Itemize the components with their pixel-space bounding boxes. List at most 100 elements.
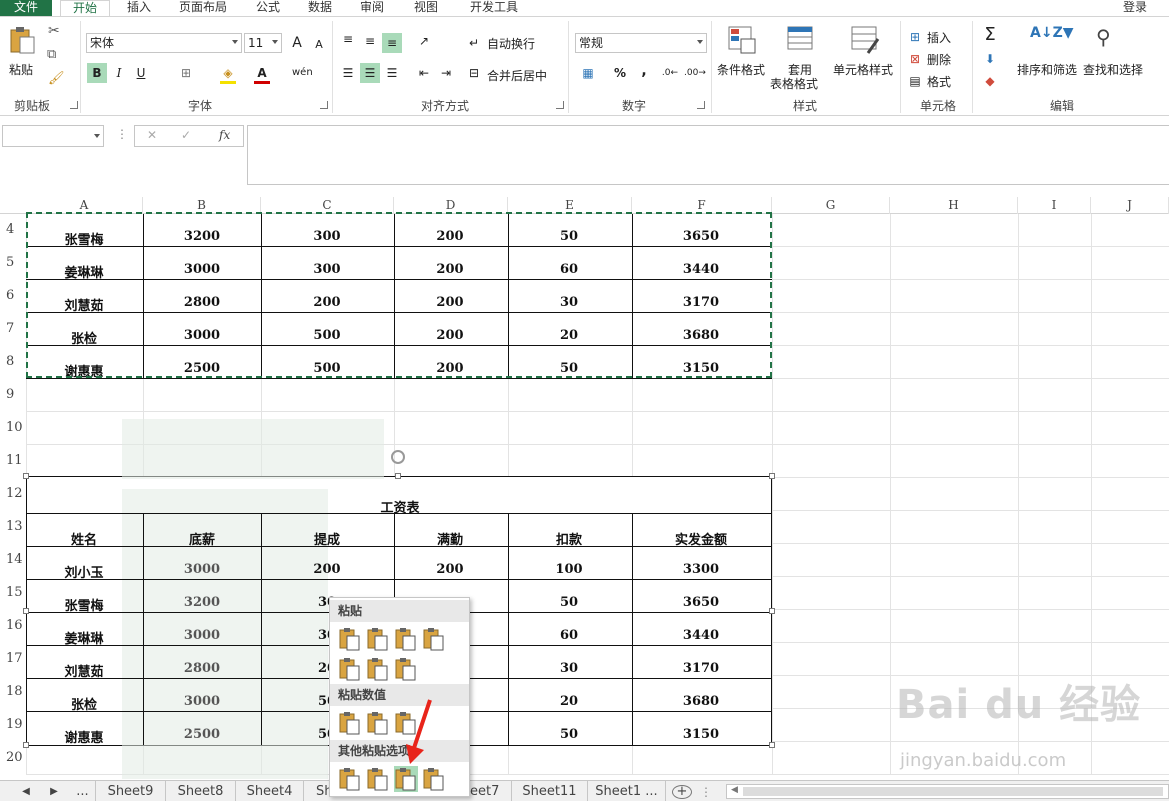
row-header-16[interactable]: 16 — [0, 618, 26, 633]
bold-button[interactable]: B — [87, 63, 107, 83]
increase-decimal-icon[interactable]: .0← — [660, 63, 680, 83]
row-header-9[interactable]: 9 — [0, 387, 26, 402]
paste-values-number-format-icon[interactable] — [366, 710, 390, 736]
format-painter-icon[interactable]: 🖌 — [48, 71, 65, 86]
tab-data[interactable]: 数据 — [298, 0, 342, 16]
resize-handle[interactable] — [769, 608, 775, 614]
insert-function-icon[interactable]: fx — [219, 128, 230, 142]
column-header-h[interactable]: H — [890, 197, 1018, 214]
font-launcher-icon[interactable] — [320, 101, 328, 109]
row-header-13[interactable]: 13 — [0, 519, 26, 534]
align-bottom-icon[interactable]: ≡ — [382, 33, 402, 53]
paste-link-icon[interactable] — [366, 766, 390, 792]
sheet-tab-sheet8[interactable]: Sheet8 — [166, 781, 236, 801]
row-header-4[interactable]: 4 — [0, 222, 26, 237]
cancel-icon[interactable]: ✕ — [147, 128, 157, 142]
new-sheet-button[interactable]: + — [672, 785, 692, 799]
sheet-tab-sheet1[interactable]: Sheet1 ... — [588, 781, 666, 801]
phonetic-icon[interactable]: wén — [292, 63, 313, 83]
paste-formulas-number-format-icon[interactable] — [394, 626, 418, 652]
sheet-tab-sheet7[interactable]: eet7 — [470, 781, 512, 801]
cell-styles-button[interactable]: 单元格样式 — [833, 61, 893, 78]
row-header-7[interactable]: 7 — [0, 321, 26, 336]
row-header-18[interactable]: 18 — [0, 684, 26, 699]
tab-home[interactable]: 开始 — [60, 0, 110, 16]
prev-sheet-icon[interactable]: ◀ — [14, 781, 38, 801]
tab-page-layout[interactable]: 页面布局 — [168, 0, 238, 16]
scroll-left-icon[interactable]: ◀ — [731, 785, 738, 795]
resize-handle[interactable] — [23, 742, 29, 748]
row-header-6[interactable]: 6 — [0, 288, 26, 303]
login-link[interactable]: 登录 — [1115, 0, 1155, 16]
increase-indent-icon[interactable]: ⇥ — [436, 63, 456, 83]
tab-developer[interactable]: 开发工具 — [460, 0, 528, 16]
sheet-tab-sheet9[interactable]: Sheet9 — [96, 781, 166, 801]
tab-file[interactable]: 文件 — [0, 0, 52, 16]
paste-values-icon[interactable] — [338, 710, 362, 736]
tab-view[interactable]: 视图 — [404, 0, 448, 16]
wrap-text-button[interactable]: 自动换行 — [487, 35, 535, 52]
paste-keep-source-format-icon[interactable] — [422, 626, 446, 652]
row-header-10[interactable]: 10 — [0, 420, 26, 435]
resize-handle[interactable] — [395, 473, 401, 479]
fill-icon[interactable]: ⬇ — [980, 49, 1000, 69]
autosum-icon[interactable]: Σ — [980, 25, 1000, 45]
horizontal-scrollbar[interactable]: ◀ — [726, 784, 1169, 799]
enter-icon[interactable]: ✓ — [181, 128, 191, 142]
tab-insert[interactable]: 插入 — [116, 0, 162, 16]
name-box[interactable] — [2, 125, 104, 147]
row-header-12[interactable]: 12 — [0, 486, 26, 501]
next-sheet-icon[interactable]: ▶ — [42, 781, 66, 801]
conditional-format-button[interactable]: 条件格式 — [717, 61, 765, 78]
format-cells-icon[interactable]: ▤ — [905, 71, 925, 91]
format-as-table-icon[interactable] — [786, 25, 816, 55]
number-format-select[interactable]: 常规 — [575, 33, 707, 53]
find-select-button[interactable]: 查找和选择 — [1083, 61, 1143, 78]
paste-formatting-icon[interactable] — [338, 766, 362, 792]
alignment-launcher-icon[interactable] — [556, 101, 564, 109]
find-select-icon[interactable]: ⚲ — [1096, 25, 1111, 49]
orientation-icon[interactable]: ↗ — [414, 31, 434, 51]
underline-button[interactable]: U — [131, 63, 151, 83]
scrollbar-thumb[interactable] — [743, 787, 1163, 796]
cut-icon[interactable]: ✂ — [48, 23, 60, 39]
comma-button[interactable]: , — [634, 61, 654, 81]
merge-center-icon[interactable]: ⊟ — [464, 63, 484, 83]
format-cells-button[interactable]: 格式 — [927, 73, 951, 90]
border-icon[interactable]: ⊞ — [176, 63, 196, 83]
grow-font-button[interactable]: A — [287, 33, 307, 53]
clipboard-launcher-icon[interactable] — [70, 101, 78, 109]
row-header-8[interactable]: 8 — [0, 354, 26, 369]
paste-keep-column-width-icon[interactable] — [366, 656, 390, 682]
decrease-indent-icon[interactable]: ⇤ — [414, 63, 434, 83]
paste-transpose-icon[interactable] — [394, 656, 418, 682]
formula-input[interactable] — [247, 125, 1169, 185]
align-center-icon[interactable]: ☰ — [360, 63, 380, 83]
paste-button[interactable]: 粘贴 — [9, 61, 33, 78]
row-header-19[interactable]: 19 — [0, 717, 26, 732]
resize-handle[interactable] — [23, 473, 29, 479]
paste-no-borders-icon[interactable] — [338, 656, 362, 682]
wrap-text-icon[interactable]: ↵ — [464, 33, 484, 53]
align-right-icon[interactable]: ☰ — [382, 63, 402, 83]
sheet-bar-splitter[interactable]: ⋮ — [700, 785, 712, 799]
column-header-j[interactable]: J — [1091, 197, 1169, 214]
resize-handle[interactable] — [769, 473, 775, 479]
sheet-tab-sheet11[interactable]: Sheet11 — [512, 781, 588, 801]
tab-formulas[interactable]: 公式 — [246, 0, 290, 16]
row-header-14[interactable]: 14 — [0, 552, 26, 567]
align-middle-icon[interactable]: ≡ — [360, 31, 380, 51]
decrease-decimal-icon[interactable]: .00→ — [684, 63, 706, 83]
font-color-icon[interactable]: A — [252, 63, 272, 83]
resize-handle[interactable] — [769, 742, 775, 748]
column-header-i[interactable]: I — [1018, 197, 1091, 214]
accounting-icon[interactable]: ▦ — [578, 63, 598, 83]
clear-icon[interactable]: ◆ — [980, 71, 1000, 91]
insert-cells-button[interactable]: 插入 — [927, 29, 951, 46]
copy-icon[interactable]: ⧉ — [47, 47, 56, 62]
row-header-11[interactable]: 11 — [0, 453, 26, 468]
number-launcher-icon[interactable] — [697, 101, 705, 109]
align-top-icon[interactable]: ≡ — [338, 29, 358, 49]
italic-button[interactable]: I — [109, 63, 129, 83]
paste-linked-picture-icon[interactable] — [422, 766, 446, 792]
